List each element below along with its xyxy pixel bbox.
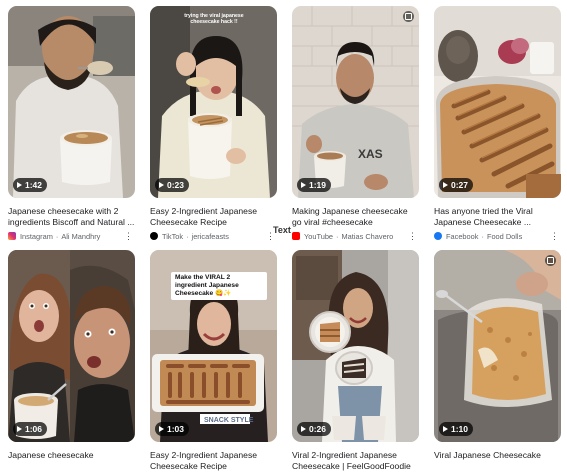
play-icon xyxy=(443,182,448,188)
video-thumbnail[interactable]: trying the viral japanese cheesecake hac… xyxy=(150,6,277,198)
play-icon xyxy=(159,426,164,432)
thumbnail-image xyxy=(8,250,135,442)
author-name: Food Dolls xyxy=(486,231,523,241)
play-icon xyxy=(17,426,22,432)
video-card[interactable]: XAS 1:19 Making Japanese cheesecake go v… xyxy=(292,6,419,241)
thumbnail-image: XAS xyxy=(292,6,419,198)
video-title[interactable]: Easy 2-Ingredient Japanese Cheesecake Re… xyxy=(150,450,277,472)
video-title[interactable]: Japanese cheesecake xyxy=(8,450,135,472)
video-duration-badge: 1:42 xyxy=(13,178,48,192)
video-duration-badge: 1:10 xyxy=(439,422,474,436)
video-thumbnail[interactable]: XAS 1:19 xyxy=(292,6,419,198)
more-options-icon[interactable]: ⋮ xyxy=(122,232,135,241)
video-title[interactable]: Making Japanese cheesecake go viral #che… xyxy=(292,206,419,228)
video-title[interactable]: Japanese cheesecake with 2 ingredients B… xyxy=(8,206,135,228)
video-card[interactable]: trying the viral japanese cheesecake hac… xyxy=(150,6,277,241)
video-card[interactable]: 1:42 Japanese cheesecake with 2 ingredie… xyxy=(8,6,135,241)
video-caption-overlay: trying the viral japanese cheesecake hac… xyxy=(184,13,244,26)
video-source: Facebook · Food Dolls ⋮ xyxy=(434,231,561,241)
video-thumbnail[interactable]: 0:26 xyxy=(292,250,419,442)
youtube-icon xyxy=(292,232,300,240)
author-name: jericafeasts xyxy=(191,231,229,241)
source-name: TikTok xyxy=(162,231,184,241)
video-duration-badge: 1:19 xyxy=(297,178,332,192)
video-source: Instagram · Ali Mandhry ⋮ xyxy=(8,231,135,241)
shorts-icon xyxy=(545,255,556,266)
play-icon xyxy=(443,426,448,432)
video-card[interactable]: 1:10 Viral Japanese Cheesecake xyxy=(434,250,561,472)
play-icon xyxy=(17,182,22,188)
thumbnail-image xyxy=(8,6,135,198)
author-name: Ali Mandhry xyxy=(61,231,101,241)
video-card[interactable]: 0:27 Has anyone tried the Viral Japanese… xyxy=(434,6,561,241)
thumbnail-image xyxy=(434,250,561,442)
video-source: TikTok · jericafeasts ⋮ xyxy=(150,231,277,241)
author-name: Matias Chavero xyxy=(341,231,394,241)
video-sticker-text: Make the VIRAL 2 ingredient Japanese Che… xyxy=(171,272,267,300)
svg-text:XAS: XAS xyxy=(358,147,383,161)
play-icon xyxy=(301,182,306,188)
video-card[interactable]: 1:06 Japanese cheesecake xyxy=(8,250,135,472)
video-title[interactable]: Viral Japanese Cheesecake xyxy=(434,450,561,472)
video-title[interactable]: Viral 2-Ingredient Japanese Cheesecake |… xyxy=(292,450,419,472)
thumbnail-image xyxy=(150,6,277,198)
play-icon xyxy=(159,182,164,188)
play-icon xyxy=(301,426,306,432)
video-thumbnail[interactable]: 1:06 xyxy=(8,250,135,442)
video-thumbnail[interactable]: 0:27 xyxy=(434,6,561,198)
video-thumbnail[interactable]: 1:42 xyxy=(8,6,135,198)
video-source: YouTube · Matias Chavero ⋮ xyxy=(292,231,419,241)
tiktok-icon xyxy=(150,232,158,240)
source-name: Instagram xyxy=(20,231,53,241)
facebook-icon xyxy=(434,232,442,240)
video-card[interactable]: 0:26 Viral 2-Ingredient Japanese Cheesec… xyxy=(292,250,419,472)
video-duration-badge: 0:26 xyxy=(297,422,332,436)
thumbnail-image xyxy=(434,6,561,198)
video-duration-badge: 0:23 xyxy=(155,178,190,192)
source-name: Facebook xyxy=(446,231,479,241)
video-title[interactable]: Has anyone tried the Viral Japanese Chee… xyxy=(434,206,561,228)
svg-text:SNACK STYLE: SNACK STYLE xyxy=(204,417,254,424)
text-badge: Text xyxy=(272,225,292,236)
video-title[interactable]: Easy 2-Ingredient Japanese Cheesecake Re… xyxy=(150,206,277,228)
source-name: YouTube xyxy=(304,231,334,241)
video-thumbnail[interactable]: SNACK STYLE Make the VIRAL 2 ingredient … xyxy=(150,250,277,442)
instagram-icon xyxy=(8,232,16,240)
shorts-icon xyxy=(403,11,414,22)
thumbnail-image xyxy=(292,250,419,442)
video-thumbnail[interactable]: 1:10 xyxy=(434,250,561,442)
more-options-icon[interactable]: ⋮ xyxy=(406,232,419,241)
video-duration-badge: 1:06 xyxy=(13,422,48,436)
more-options-icon[interactable]: ⋮ xyxy=(548,232,561,241)
video-duration-badge: 1:03 xyxy=(155,422,190,436)
video-card[interactable]: SNACK STYLE Make the VIRAL 2 ingredient … xyxy=(150,250,277,472)
video-duration-badge: 0:27 xyxy=(439,178,474,192)
